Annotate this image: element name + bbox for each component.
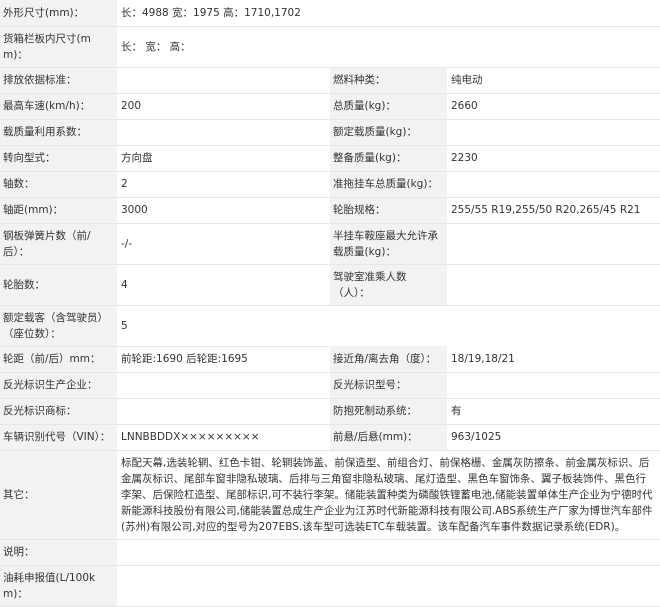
spec-value: 2660 — [447, 93, 660, 120]
spec-label: 货箱栏板内尺寸(mm)： — [0, 26, 117, 68]
spec-label: 转向型式： — [0, 145, 117, 172]
spec-value — [117, 372, 330, 399]
spec-row: 车辆识别代号（VIN）： LNNBBDDX××××××××× 前悬/后悬(mm)： 9… — [0, 424, 660, 451]
spec-label: 轮距（前/后）mm： — [0, 346, 117, 373]
spec-row: 转向型式： 方向盘 整备质量(kg)： 2230 — [0, 145, 660, 172]
spec-row: 钢板弹簧片数（前/后）： -/- 半挂车鞍座最大允许承载质量(kg)： — [0, 223, 660, 265]
spec-value: 前轮距:1690 后轮距:1695 — [117, 346, 330, 373]
spec-row: 反光标识生产企业： 反光标识型号： — [0, 372, 660, 399]
spec-label: 轴距(mm)： — [0, 197, 117, 224]
spec-label: 轮胎规格： — [330, 197, 447, 224]
spec-label: 前悬/后悬(mm)： — [330, 424, 447, 451]
spec-label: 反光标识型号： — [330, 372, 447, 399]
spec-value: LNNBBDDX××××××××× — [117, 424, 330, 451]
spec-value — [117, 119, 330, 146]
spec-value: 2 — [117, 171, 330, 198]
spec-value — [447, 223, 660, 265]
spec-row: 轴距(mm)： 3000 轮胎规格： 255/55 R19,255/50 R20,26… — [0, 197, 660, 224]
spec-value: 2230 — [447, 145, 660, 172]
spec-label: 外形尺寸(mm)： — [0, 0, 117, 27]
spec-value: 标配天幕,选装轮辋、红色卡钳、轮辋装饰盖、前保造型、前组合灯、前保格栅、金属灰防… — [117, 450, 660, 540]
spec-label: 载质量利用系数： — [0, 119, 117, 146]
spec-label: 驾驶室准乘人数（人）： — [330, 264, 447, 306]
spec-label: 说明： — [0, 539, 117, 566]
spec-label: 车辆识别代号（VIN）： — [0, 424, 117, 451]
spec-value — [117, 565, 660, 607]
spec-value — [447, 119, 660, 146]
spec-value: 长： 宽： 高： — [117, 26, 660, 68]
spec-row: 排放依据标准： 燃料种类： 纯电动 — [0, 67, 660, 94]
spec-label: 反光标识商标： — [0, 398, 117, 425]
spec-row: 油耗申报值(L/100km)： — [0, 565, 660, 607]
spec-value — [447, 372, 660, 399]
spec-value: -/- — [117, 223, 330, 265]
spec-label: 轮胎数： — [0, 264, 117, 306]
spec-row: 轴数： 2 准拖挂车总质量(kg)： — [0, 171, 660, 198]
spec-value — [117, 67, 330, 94]
spec-row: 反光标识商标： 防抱死制动系统：有 — [0, 398, 660, 425]
spec-label: 额定载客（含驾驶员）（座位数）： — [0, 305, 117, 347]
spec-label: 燃料种类： — [330, 67, 447, 94]
spec-value: 200 — [117, 93, 330, 120]
spec-value: 4 — [117, 264, 330, 306]
spec-value: 长：4988 宽：1975 高：1710,1702 — [117, 0, 660, 27]
spec-value: 963/1025 — [447, 424, 660, 451]
spec-value: 18/19,18/21 — [447, 346, 660, 373]
spec-value — [447, 171, 660, 198]
spec-value: 3000 — [117, 197, 330, 224]
spec-value: 方向盘 — [117, 145, 330, 172]
spec-label: 油耗申报值(L/100km)： — [0, 565, 117, 607]
spec-label: 排放依据标准： — [0, 67, 117, 94]
spec-label: 其它： — [0, 450, 117, 540]
spec-value: 255/55 R19,255/50 R20,265/45 R21 — [447, 197, 660, 224]
spec-value: 5 — [117, 305, 330, 347]
spec-label: 半挂车鞍座最大允许承载质量(kg)： — [330, 223, 447, 265]
spec-label: 反光标识生产企业： — [0, 372, 117, 399]
spec-label: 整备质量(kg)： — [330, 145, 447, 172]
spec-row: 其它： 标配天幕,选装轮辋、红色卡钳、轮辋装饰盖、前保造型、前组合灯、前保格栅、金… — [0, 450, 660, 540]
vehicle-spec-table: 外形尺寸(mm)： 长：4988 宽：1975 高：1710,1702 货箱栏板内尺… — [0, 0, 660, 607]
spec-value — [447, 264, 660, 306]
spec-row: 外形尺寸(mm)： 长：4988 宽：1975 高：1710,1702 — [0, 0, 660, 27]
spec-value — [117, 398, 330, 425]
spec-label: 总质量(kg)： — [330, 93, 447, 120]
spec-row: 货箱栏板内尺寸(mm)： 长： 宽： 高： — [0, 26, 660, 68]
spec-value — [117, 539, 660, 566]
spec-row: 额定载客（含驾驶员）（座位数）： 5 — [0, 305, 660, 347]
spec-row: 说明： — [0, 539, 660, 566]
spec-row: 轮距（前/后）mm： 前轮距:1690 后轮距:1695 接近角/离去角（度）： 18… — [0, 346, 660, 373]
spec-label: 防抱死制动系统： — [330, 398, 447, 425]
empty-cell — [330, 305, 660, 346]
spec-row: 最高车速(km/h)： 200 总质量(kg)： 2660 — [0, 93, 660, 120]
spec-label: 接近角/离去角（度）： — [330, 346, 447, 373]
spec-label: 最高车速(km/h)： — [0, 93, 117, 120]
spec-value: 有 — [447, 398, 660, 425]
spec-label: 准拖挂车总质量(kg)： — [330, 171, 447, 198]
spec-label: 额定载质量(kg)： — [330, 119, 447, 146]
spec-label: 轴数： — [0, 171, 117, 198]
spec-row: 轮胎数： 4 驾驶室准乘人数（人）： — [0, 264, 660, 306]
spec-label: 钢板弹簧片数（前/后）： — [0, 223, 117, 265]
spec-value: 纯电动 — [447, 67, 660, 94]
spec-row: 载质量利用系数： 额定载质量(kg)： — [0, 119, 660, 146]
